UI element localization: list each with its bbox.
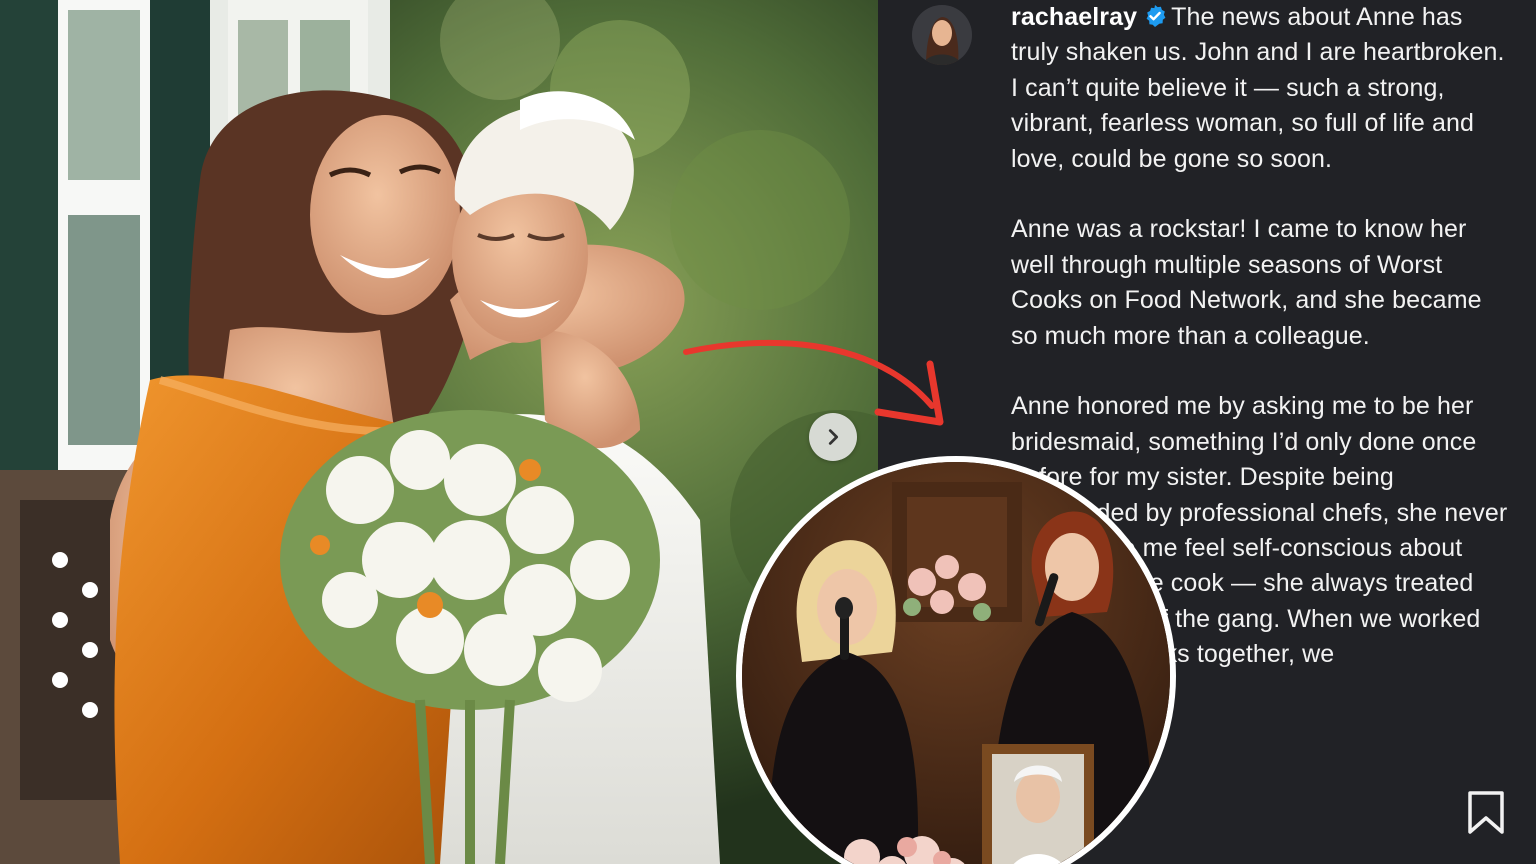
username-link[interactable]: rachaelray [1011,3,1137,31]
memorial-photo-illustration [742,462,1170,864]
chevron-right-icon [828,429,839,445]
caption-paragraph-2: Anne was a rockstar! I came to know her … [1011,215,1482,350]
profile-picture [912,5,972,65]
avatar[interactable] [912,5,972,65]
verified-badge-icon [1143,3,1167,27]
carousel-next-button[interactable] [809,413,857,461]
bookmark-button[interactable] [1466,790,1506,836]
caption-paragraph-1: rachaelray The news about Anne has truly … [1011,0,1511,177]
bookmark-icon [1468,791,1504,834]
collage: rachaelray The news about Anne has truly … [0,0,1536,864]
